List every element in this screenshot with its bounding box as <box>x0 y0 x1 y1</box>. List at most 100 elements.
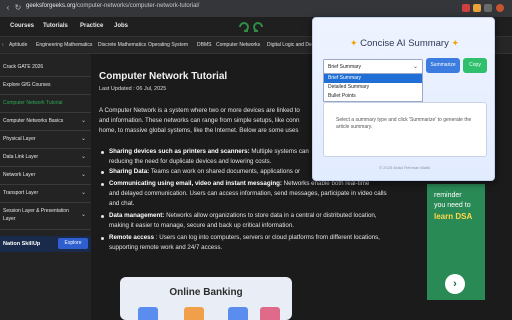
summary-popup: ✦ Concise AI Summary ✦ Brief Summary ⌄ S… <box>312 17 495 181</box>
gfg-logo-icon[interactable] <box>238 21 264 33</box>
bullet-cont: supporting remote work and 24/7 access. <box>109 244 223 251</box>
chevron-left-icon[interactable]: ‹ <box>2 42 4 48</box>
sidebar-item-label: Computer Networks Basics <box>3 118 64 124</box>
sidebar-item-label: Physical Layer <box>3 136 36 142</box>
popup-footer: © 2025 Abdul Rehman Malik <box>379 165 430 170</box>
bullet-item: Data management: Networks allow organiza… <box>109 211 377 221</box>
nav-courses[interactable]: Courses <box>10 23 34 29</box>
popup-title: Concise AI Summary <box>360 38 449 49</box>
topic-dbms[interactable]: DBMS <box>197 42 211 48</box>
extension-icon[interactable] <box>462 4 470 12</box>
chevron-down-icon: ⌄ <box>412 64 418 70</box>
chevron-down-icon: ⌄ <box>80 190 86 196</box>
option-brief-summary[interactable]: Brief Summary <box>324 74 422 83</box>
url-host: geeksforgeeks.org <box>26 3 76 9</box>
summary-output: Select a summary type and click 'Summari… <box>323 102 487 157</box>
bullet-dot <box>101 171 104 174</box>
online-banking-image: Online Banking <box>120 277 292 320</box>
sidebar-item-physical-layer[interactable]: Physical Layer ⌄ <box>0 130 91 149</box>
address-bar[interactable]: geeksforgeeks.org/computer-networks/comp… <box>26 3 199 9</box>
arrow-right-icon[interactable]: › <box>445 274 465 294</box>
sidebar-item-label: Crack GATE 2026 <box>3 64 44 70</box>
reload-icon[interactable]: ↻ <box>13 3 23 13</box>
intro-line: and information. These networks can rang… <box>99 117 300 124</box>
topic-engineering-mathematics[interactable]: Engineering Mathematics <box>36 42 92 48</box>
sidebar-item-transport-layer[interactable]: Transport Layer ⌄ <box>0 184 91 203</box>
bullet-item: Remote access : Users can log into compu… <box>109 233 380 243</box>
sidebar-item-session-layer[interactable]: Session Layer & Presentation Layer ⌄ <box>0 202 91 230</box>
bullet-cont: making it easier to manage, secure and b… <box>109 222 295 229</box>
topic-discrete-mathematics[interactable]: Discrete Mathematics <box>98 42 146 48</box>
ad-text: reminder <box>434 192 462 199</box>
bullet-dot <box>101 215 104 218</box>
bullet-text: Multiple systems can <box>249 148 309 155</box>
topic-aptitude[interactable]: Aptitude <box>9 42 27 48</box>
chevron-down-icon: ⌄ <box>80 154 86 160</box>
copy-button[interactable]: Copy <box>463 58 487 73</box>
illustration-block <box>138 307 158 320</box>
summary-type-select[interactable]: Brief Summary ⌄ <box>323 59 423 74</box>
sidebar: Crack GATE 2026 Explore GfG Courses Comp… <box>0 54 91 320</box>
bullet-cont: reducing the need for duplicate devices … <box>109 158 272 165</box>
sidebar-item-label: Session Layer & Presentation Layer <box>3 208 69 222</box>
ad-highlight: learn DSA <box>434 212 473 221</box>
bullet-dot <box>101 237 104 240</box>
bullet-cont: and chat. <box>109 200 135 207</box>
sidebar-item-network-basics[interactable]: Computer Networks Basics ⌄ <box>0 112 91 131</box>
sidebar-item-label: Network Layer <box>3 172 36 178</box>
bullet-text: Networks enable both real-time <box>281 180 370 187</box>
bullet-bold: Communicating using email, video and ins… <box>109 180 282 187</box>
bullet-cont: and delayed communication. Users can acc… <box>109 190 387 197</box>
bullet-item: Sharing devices such as printers and sca… <box>109 147 309 157</box>
illustration-block <box>228 307 248 320</box>
chevron-down-icon: ⌄ <box>80 212 86 218</box>
sidebar-item-network-layer[interactable]: Network Layer ⌄ <box>0 166 91 185</box>
bullet-bold: Data management: <box>109 212 165 219</box>
sparkle-icon: ✦ <box>349 38 358 48</box>
topic-digital-logic[interactable]: Digital Logic and Des <box>267 42 314 48</box>
popup-title-row: ✦ Concise AI Summary ✦ <box>313 38 496 49</box>
sparkle-icon: ✦ <box>451 38 460 48</box>
intro-line: A Computer Network is a system where two… <box>99 107 300 114</box>
topic-operating-system[interactable]: Operating System <box>148 42 188 48</box>
nav-tutorials[interactable]: Tutorials <box>43 23 68 29</box>
extensions-puzzle-icon[interactable] <box>484 4 492 12</box>
online-banking-title: Online Banking <box>169 287 243 298</box>
page-title: Computer Network Tutorial <box>99 71 228 82</box>
sidebar-item-label: Transport Layer <box>3 190 39 196</box>
summarize-button[interactable]: Summarize <box>426 58 460 73</box>
sidebar-item-explore-courses[interactable]: Explore GfG Courses <box>0 76 91 95</box>
dsa-ad-banner[interactable]: reminder you need to learn DSA › <box>427 184 485 300</box>
option-detailed-summary[interactable]: Detailed Summary <box>324 83 422 92</box>
url-path: /computer-networks/computer-network-tuto… <box>75 3 200 9</box>
last-updated: Last Updated : 06 Jul, 2025 <box>99 86 167 92</box>
sidebar-item-crack-gate[interactable]: Crack GATE 2026 <box>0 58 91 77</box>
extension-icon[interactable] <box>473 4 481 12</box>
illustration-block <box>184 307 204 320</box>
bullet-dot <box>101 151 104 154</box>
sidebar-item-data-link-layer[interactable]: Data Link Layer ⌄ <box>0 148 91 167</box>
bullet-item: Sharing Data: Teams can work on shared d… <box>109 167 300 177</box>
select-value: Brief Summary <box>328 64 362 70</box>
browser-toolbar: ‹ ↻ geeksforgeeks.org/computer-networks/… <box>0 0 512 17</box>
profile-avatar[interactable] <box>496 4 504 12</box>
intro-line: home, to massive global systems, like th… <box>99 127 299 134</box>
skillup-banner: Nation SkillUp Explore <box>0 236 91 252</box>
sidebar-item-label: Computer Network Tutorial <box>3 100 63 106</box>
topic-computer-networks[interactable]: Computer Networks <box>216 42 260 48</box>
chevron-down-icon: ⌄ <box>80 136 86 142</box>
bullet-dot <box>101 183 104 186</box>
bullet-bold: Remote access <box>109 234 155 241</box>
explore-button[interactable]: Explore <box>58 238 88 249</box>
bullet-text: Teams can work on shared documents, appl… <box>149 168 301 175</box>
illustration-block <box>260 307 280 320</box>
sidebar-item-label: Explore GfG Courses <box>3 82 51 88</box>
option-bullet-points[interactable]: Bullet Points <box>324 92 422 101</box>
nav-jobs[interactable]: Jobs <box>114 23 128 29</box>
bullet-text: Networks allow organizations to store da… <box>164 212 377 219</box>
back-icon[interactable]: ‹ <box>3 3 13 13</box>
ad-text: you need to <box>434 202 471 209</box>
skillup-label: Nation SkillUp <box>3 241 41 247</box>
sidebar-item-computer-network-tutorial[interactable]: Computer Network Tutorial <box>0 94 91 113</box>
nav-practice[interactable]: Practice <box>80 23 103 29</box>
